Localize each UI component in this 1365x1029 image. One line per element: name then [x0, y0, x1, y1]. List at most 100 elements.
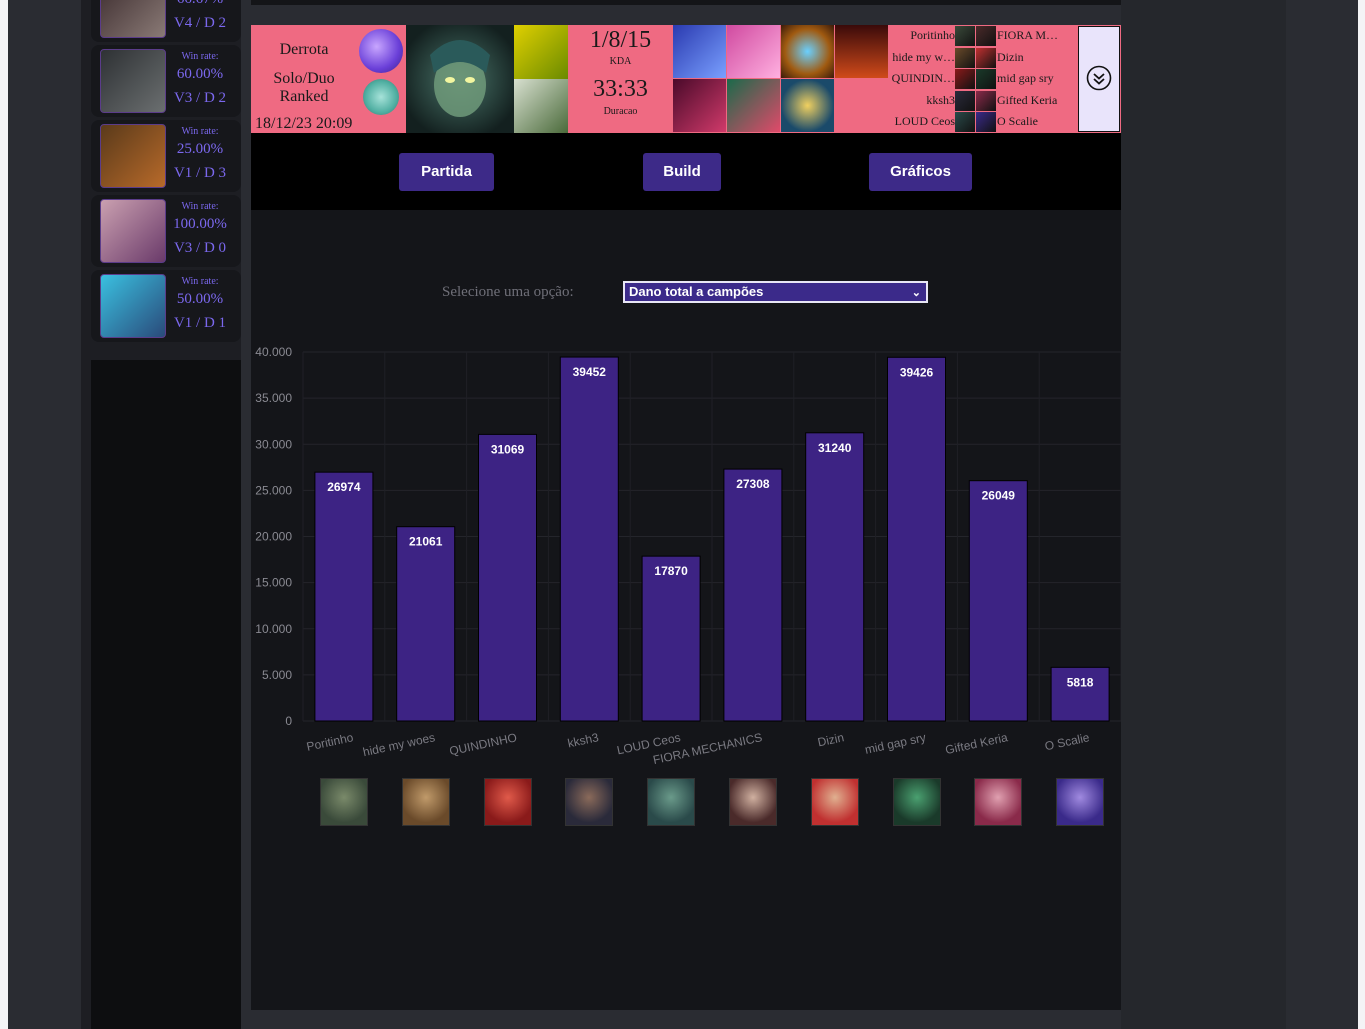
y-tick-label: 15.000	[255, 576, 292, 590]
player-champion-icon	[976, 47, 996, 68]
player-champion-icon	[976, 26, 996, 46]
item-3-icon	[781, 25, 834, 78]
player-champion-icon	[955, 69, 975, 90]
win-loss-record: V1 / D 3	[173, 165, 227, 181]
player-name[interactable]: Poritinho	[887, 25, 955, 47]
trinket-icon	[781, 79, 834, 132]
summoner-spell-flash-icon	[514, 25, 568, 79]
page-margin-right	[1358, 0, 1365, 1029]
champion-portrait	[100, 199, 166, 263]
item-1-icon	[673, 25, 726, 78]
champion-stat-card[interactable]: Win rate: 60.00% V3 / D 2	[91, 45, 241, 117]
item-4-icon	[835, 25, 888, 78]
y-tick-label: 0	[285, 714, 292, 728]
winrate-value: 66.67%	[169, 0, 231, 8]
player-name[interactable]: QUINDIN…	[887, 68, 955, 90]
x-tick-label: Poritinho	[305, 730, 355, 754]
tab-build[interactable]: Build	[643, 153, 721, 191]
y-tick-label: 10.000	[255, 622, 292, 636]
champion-picture	[1056, 778, 1105, 826]
damage-bar-chart: 0 5.000 10.000 15.000 20.000 25.000 30.000 35.0…	[255, 345, 1121, 767]
bottom-strip	[251, 1010, 1121, 1029]
kda-block: 1/8/15 KDA 33:33 Duracao	[568, 25, 673, 133]
winrate-value: 100.00%	[173, 216, 227, 232]
player-champion-icon	[955, 90, 975, 111]
champion-stat-card[interactable]: Win rate: 25.00% V1 / D 3	[91, 120, 241, 192]
champion-portrait	[100, 124, 166, 188]
y-tick-label: 5.000	[262, 668, 292, 682]
bar	[641, 555, 701, 722]
champion-picture	[483, 778, 532, 826]
player-champion-icon	[976, 90, 996, 111]
player-champion-icon	[976, 112, 996, 133]
sidebar-panel	[91, 360, 241, 1029]
winrate-label: Win rate:	[181, 51, 219, 62]
right-strip	[1121, 0, 1286, 1029]
expand-match-button[interactable]	[1078, 26, 1120, 132]
win-loss-record: V3 / D 0	[173, 240, 227, 256]
player-champion-icon	[976, 69, 996, 90]
champion-picture	[565, 778, 614, 826]
player-name[interactable]: kksh3	[887, 90, 955, 112]
kda-label: KDA	[609, 56, 632, 67]
player-name[interactable]: O Scalie	[997, 111, 1073, 133]
player-name[interactable]: FIORA M…	[997, 25, 1073, 47]
player-name[interactable]: LOUD Ceos	[887, 111, 955, 133]
team-right-names: FIORA M… Dizin mid gap sry Gifted Keria …	[997, 25, 1073, 133]
player-champion-icon	[955, 112, 975, 133]
y-tick-label: 25.000	[255, 483, 292, 497]
top-bar	[251, 0, 1121, 5]
winrate-value: 25.00%	[176, 141, 224, 157]
double-chevron-down-icon	[1086, 65, 1112, 91]
team-left-names: Poritinho hide my w… QUINDIN… kksh3 LOUD…	[887, 25, 955, 133]
winrate-label: Win rate:	[181, 126, 219, 137]
champion-picture	[647, 778, 696, 826]
player-name[interactable]: Dizin	[997, 47, 1073, 69]
winrate-label: Win rate:	[181, 276, 219, 287]
y-tick-label: 40.000	[255, 345, 292, 359]
x-tick-label: hide my woes	[362, 730, 437, 759]
primary-rune-icon	[359, 29, 403, 73]
bar-value-label: 26974	[327, 480, 361, 494]
x-tick-label: O Scalie	[1043, 730, 1091, 753]
bar-value-label: 17870	[654, 564, 688, 578]
item-6-icon	[727, 79, 780, 132]
match-summary: Derrota Solo/Duo Ranked 18/12/23 20:09	[251, 25, 406, 133]
champion-stat-card[interactable]: Win rate: 100.00% V3 / D 0	[91, 195, 241, 267]
kda-value: 1/8/15	[589, 27, 652, 53]
x-tick-label: Gifted Keria	[944, 730, 1009, 757]
y-tick-label: 20.000	[255, 530, 292, 544]
win-loss-record: V1 / D 1	[173, 315, 227, 331]
bar-value-label: 39452	[573, 365, 607, 379]
champion-stat-card[interactable]: Win rate: 50.00% V1 / D 1	[91, 270, 241, 342]
x-tick-label: Dizin	[816, 730, 845, 749]
champion-picture	[319, 778, 368, 826]
player-name[interactable]: hide my w…	[887, 47, 955, 69]
bar	[723, 468, 783, 722]
champion-picture	[974, 778, 1023, 826]
champion-picture	[401, 778, 450, 826]
bar-value-label: 39426	[900, 365, 934, 379]
bar	[478, 433, 537, 722]
bar	[805, 432, 865, 722]
champion-stat-card[interactable]: 66.67% V4 / D 2	[91, 0, 241, 42]
x-tick-label: QUINDINHO	[448, 730, 518, 758]
champion-portrait	[100, 274, 166, 338]
x-tick-label: kksh3	[566, 730, 600, 750]
bar-value-label: 5818	[1067, 675, 1094, 689]
tab-partida[interactable]: Partida	[399, 153, 494, 191]
champion-picture	[728, 778, 777, 826]
item-2-icon	[727, 25, 780, 78]
champion-pictures-row	[251, 778, 1121, 830]
bar-value-label: 31069	[491, 442, 525, 456]
bar-value-label: 21061	[409, 535, 443, 549]
winrate-value: 60.00%	[176, 66, 224, 82]
player-name[interactable]: Gifted Keria	[997, 90, 1073, 112]
secondary-rune-icon	[363, 79, 399, 115]
y-tick-label: 30.000	[255, 437, 292, 451]
match-result: Derrota	[279, 41, 329, 58]
x-tick-label: mid gap sry	[864, 730, 928, 757]
match-date: 18/12/23 20:09	[255, 115, 353, 132]
tab-graficos[interactable]: Gráficos	[869, 153, 972, 191]
player-name[interactable]: mid gap sry	[997, 68, 1073, 90]
